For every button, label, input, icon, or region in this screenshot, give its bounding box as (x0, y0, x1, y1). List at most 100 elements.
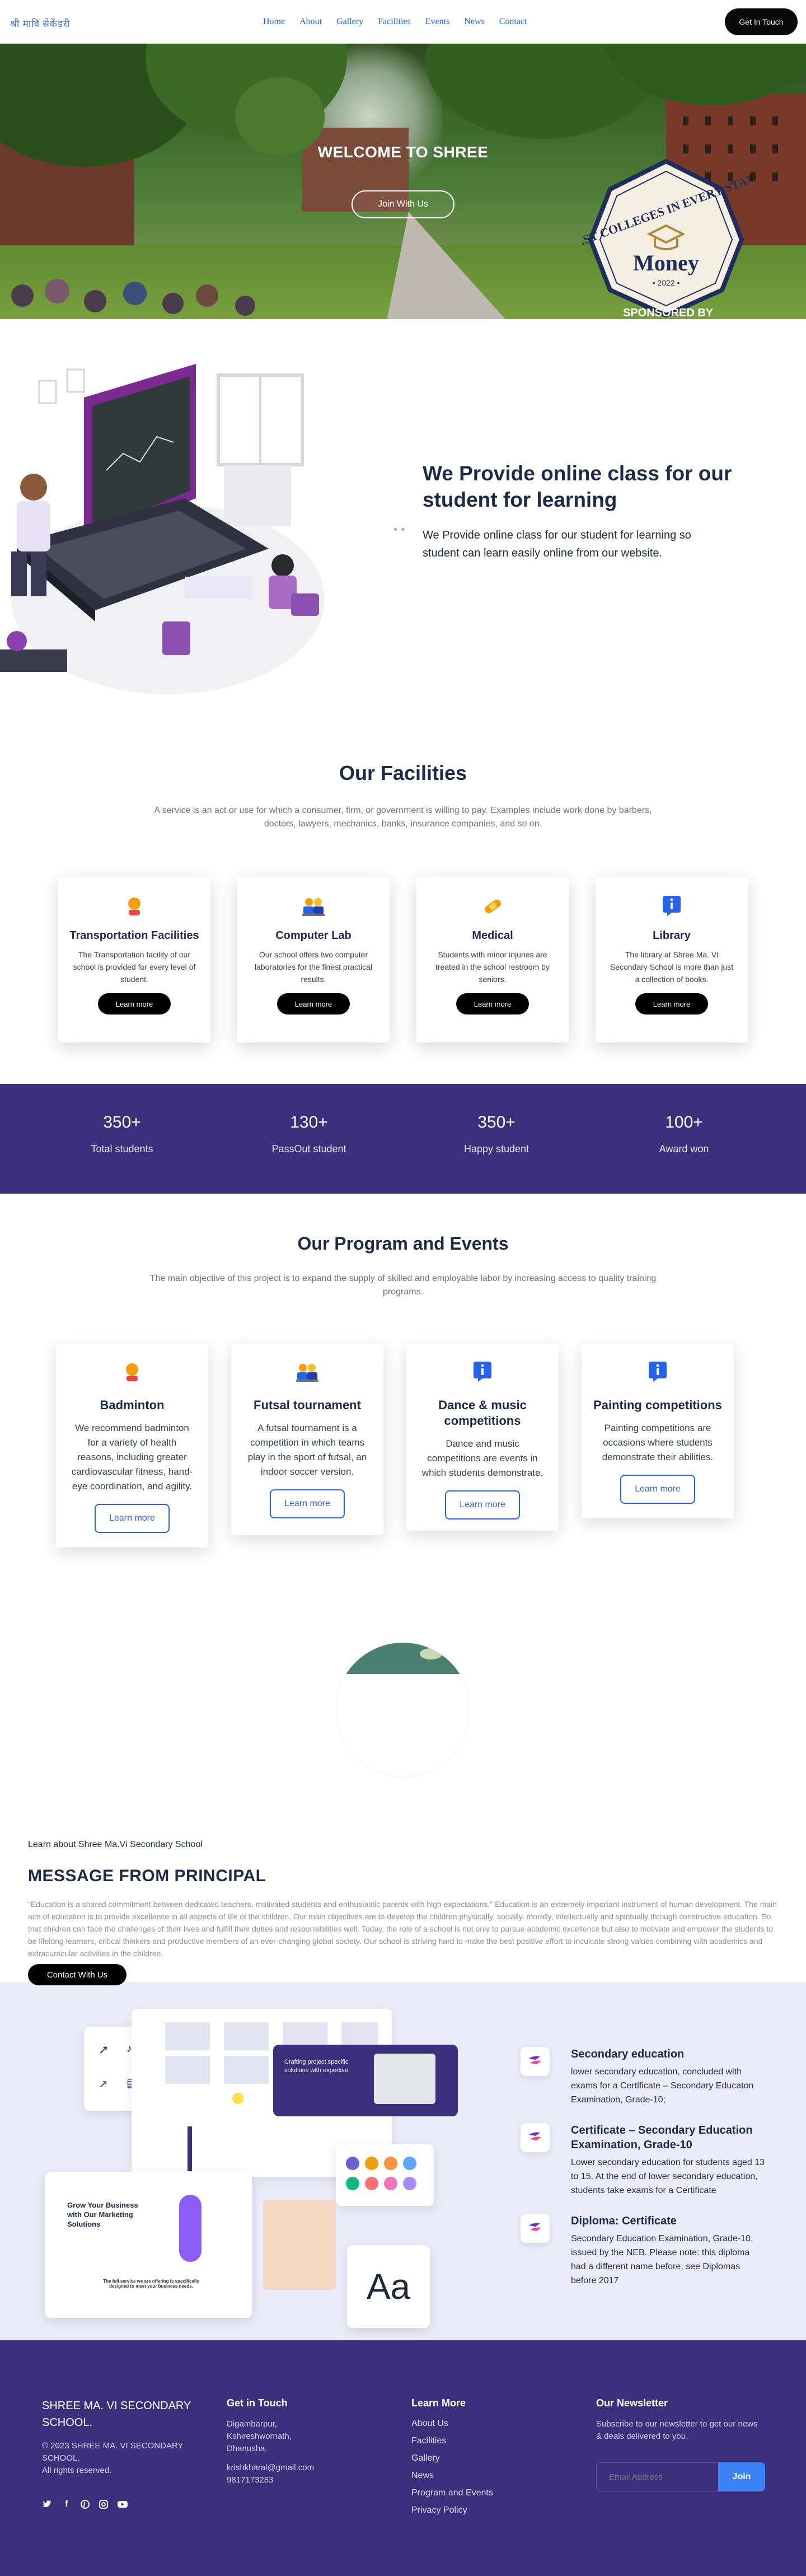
mockup-landing-card: Grow Your Business with Our Marketing So… (45, 2172, 252, 2318)
footer-school-name: SHREE MA. VI SECONDARY SCHOOL. (42, 2400, 191, 2429)
nav-gallery-link[interactable]: Gallery (336, 17, 363, 27)
nav-contact-link[interactable]: Contact (499, 17, 527, 27)
nav-events-link[interactable]: Events (425, 17, 450, 27)
stat-total-students: 350+ Total students (91, 1113, 153, 1154)
program-card-futsal: Futsal tournament A futsal tournament is… (231, 1344, 383, 1535)
person-icon (120, 1361, 144, 1385)
online-class-title: We Provide online class for our student … (423, 462, 732, 511)
get-in-touch-button[interactable]: Get In Touch (725, 8, 798, 35)
education-section: ➚ ♪ ↗ ▤ Crafting project specific soluti… (0, 1982, 806, 2340)
footer-address-line: Dhanusha. (227, 2444, 268, 2453)
learn-more-button[interactable]: Learn more (270, 1489, 345, 1518)
learn-more-button[interactable]: Learn more (98, 993, 171, 1014)
footer-contact-column: Get in Touch Digambarpur, Kshireshwornat… (227, 2397, 367, 2486)
info-icon (645, 1361, 670, 1385)
footer-link-gallery[interactable]: Gallery (411, 2449, 551, 2467)
program-card-title: Dance & music competitions (438, 1398, 527, 1428)
learn-more-button[interactable]: Learn more (456, 993, 529, 1014)
facebook-icon[interactable]: f (62, 2499, 72, 2509)
online-class-illustration (0, 364, 325, 694)
program-card-text: A futsal tournament is a competition in … (247, 1423, 367, 1477)
slider-dots[interactable]: ●● (393, 525, 409, 533)
facility-card-computer-lab: Computer Lab Our school offers two compu… (237, 877, 390, 1042)
nav-home-link[interactable]: Home (263, 17, 285, 27)
group-icon (295, 1361, 320, 1385)
twitter-icon[interactable] (42, 2499, 52, 2509)
hero-section: WELCOME TO SHREE Join With Us BEST COLLE… (0, 44, 806, 319)
footer-address-line: Digambarpur, (227, 2419, 278, 2429)
person-icon (122, 894, 147, 918)
contact-with-us-button[interactable]: Contact With Us (28, 1964, 126, 1985)
info-icon (470, 1361, 495, 1385)
chart-icon: ↗ (99, 2078, 108, 2091)
footer-link-facilities[interactable]: Facilities (411, 2432, 551, 2449)
program-card-title: Futsal tournament (254, 1398, 361, 1412)
stat-awards: 100+ Award won (659, 1113, 709, 1154)
learn-more-button[interactable]: Learn more (95, 1504, 170, 1533)
principal-title: MESSAGE FROM PRINCIPAL (28, 1867, 266, 1885)
program-card-title: Painting competitions (593, 1398, 722, 1412)
footer-link-news[interactable]: News (411, 2467, 551, 2484)
footer-link-privacy[interactable]: Privacy Policy (411, 2502, 551, 2519)
group-icon (301, 894, 326, 918)
footer-school-column: SHREE MA. VI SECONDARY SCHOOL. © 2023 SH… (42, 2397, 210, 2477)
facility-text: Students with minor injuries are treated… (435, 950, 550, 984)
nav-news-link[interactable]: News (464, 17, 484, 27)
newsletter-join-button[interactable]: Join (718, 2462, 765, 2491)
program-card-painting: Painting competitions Painting competiti… (582, 1344, 734, 1518)
facility-text: The library at Shree Ma. Vi Secondary Sc… (610, 950, 734, 984)
facility-card-library: Library The library at Shree Ma. Vi Seco… (596, 877, 748, 1042)
facility-title: Medical (472, 929, 513, 942)
bandage-icon (480, 894, 505, 918)
typography-card: Aa (347, 2245, 430, 2328)
badge-money-text: Money (633, 250, 699, 275)
pinterest-icon[interactable] (80, 2499, 90, 2509)
facility-text: Our school offers two computer laborator… (254, 950, 373, 984)
footer-newsletter-text: Subscribe to our newsletter to get our n… (596, 2419, 758, 2441)
facility-text: The Transportation facility of our schoo… (73, 950, 196, 984)
learn-more-button[interactable]: Learn more (620, 1475, 695, 1504)
brand-icon (521, 2123, 550, 2152)
info-icon (659, 894, 684, 918)
online-class-text: We Provide online class for our student … (423, 529, 691, 559)
facility-title: Transportation Facilities (69, 929, 199, 942)
education-item-diploma: Diploma: Certificate Secondary Education… (521, 2214, 767, 2288)
program-subtitle: The main objective of this project is to… (149, 1274, 657, 1297)
site-logo[interactable]: श्री मावि सेकेंडरी (10, 17, 70, 30)
footer-rights: All rights reserved. (42, 2466, 112, 2475)
footer-newsletter-column: Our Newsletter Subscribe to our newslett… (596, 2397, 775, 2443)
nav-about-link[interactable]: About (299, 17, 322, 27)
mockup-project-card: Crafting project specific solutions with… (273, 2045, 458, 2116)
facility-card-transportation: Transportation Facilities The Transporta… (58, 877, 210, 1042)
learn-more-button[interactable]: Learn more (635, 993, 708, 1014)
facility-title: Computer Lab (275, 929, 352, 942)
facility-title: Library (653, 929, 691, 942)
instagram-icon[interactable] (99, 2499, 109, 2509)
footer-copyright: © 2023 SHREE MA. VI SECONDARY SCHOOL. (42, 2441, 184, 2463)
facilities-title: Our Facilities (339, 761, 467, 784)
footer-link-about[interactable]: About Us (411, 2415, 551, 2432)
education-item-certificate: Certificate – Secondary Education Examin… (521, 2123, 767, 2198)
top-navbar: श्री मावि सेकेंडरी Home About Gallery Fa… (0, 0, 806, 44)
youtube-icon[interactable] (118, 2499, 128, 2509)
stats-band: 350+ Total students 130+ PassOut student 3… (0, 1084, 806, 1194)
badge-sponsored-text: SPONSORED BY (623, 307, 714, 319)
learn-more-button[interactable]: Learn more (277, 993, 350, 1014)
program-card-text: We recommend badminton for a variety of … (71, 1423, 193, 1492)
footer-learn-title: Learn More (411, 2397, 466, 2409)
program-card-badminton: Badminton We recommend badminton for a v… (56, 1344, 208, 1548)
mockup-photo (263, 2200, 336, 2290)
color-palette-card (336, 2144, 434, 2206)
program-card-text: Painting competitions are occasions wher… (602, 1423, 714, 1462)
join-with-us-button[interactable]: Join With Us (352, 190, 454, 218)
footer-phone[interactable]: 9817173283 (227, 2474, 367, 2486)
badge-year-text: • 2022 • (653, 278, 680, 287)
nav-facilities-link[interactable]: Facilities (378, 17, 411, 27)
footer-email[interactable]: krishkharal@gmail.com (227, 2462, 367, 2474)
stat-passout-students: 130+ PassOut student (271, 1113, 346, 1154)
education-item-secondary: Secondary education lower secondary educ… (521, 2047, 767, 2107)
newsletter-email-input[interactable] (596, 2462, 719, 2491)
footer-link-programs[interactable]: Program and Events (411, 2484, 551, 2502)
principal-message: "Education is a shared commitment betwee… (28, 1900, 777, 1958)
learn-more-button[interactable]: Learn more (445, 1490, 520, 1520)
